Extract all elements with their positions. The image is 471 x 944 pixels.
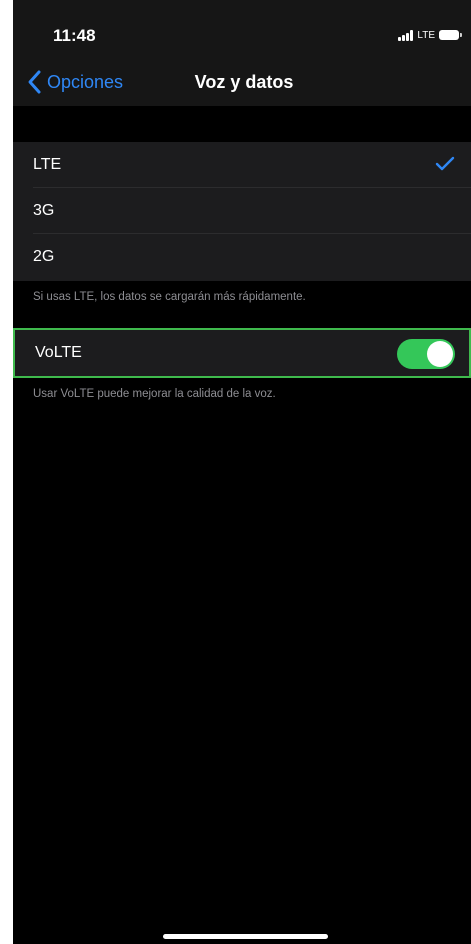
network-type: LTE (417, 29, 435, 41)
volte-row: VoLTE (13, 328, 471, 378)
option-3g[interactable]: 3G (13, 188, 471, 234)
volte-toggle[interactable] (397, 339, 455, 369)
network-options-group: LTE 3G 2G (13, 142, 471, 281)
page-title: Voz y datos (194, 72, 294, 92)
volte-footer-note: Usar VoLTE puede mejorar la calidad de l… (33, 388, 276, 400)
home-indicator[interactable] (163, 934, 328, 939)
status-time: 11:48 (53, 26, 96, 45)
option-label: 2G (33, 248, 55, 265)
status-indicators: LTE (398, 28, 462, 42)
volte-label: VoLTE (35, 344, 82, 361)
option-lte[interactable]: LTE (13, 142, 471, 188)
checkmark-icon (435, 156, 455, 171)
status-bar: 11:48 LTE (13, 0, 471, 60)
cellular-signal-icon (398, 29, 414, 41)
phone-screen: 11:48 LTE Opciones Voz y datos LTE 3G 2G… (13, 0, 471, 944)
option-label: LTE (33, 156, 62, 173)
navigation-bar: Opciones Voz y datos (13, 60, 471, 106)
toggle-knob (427, 341, 453, 367)
option-label: 3G (33, 202, 55, 219)
battery-icon (439, 30, 462, 40)
network-footer-note: Si usas LTE, los datos se cargarán más r… (33, 291, 306, 303)
option-2g[interactable]: 2G (13, 234, 471, 280)
